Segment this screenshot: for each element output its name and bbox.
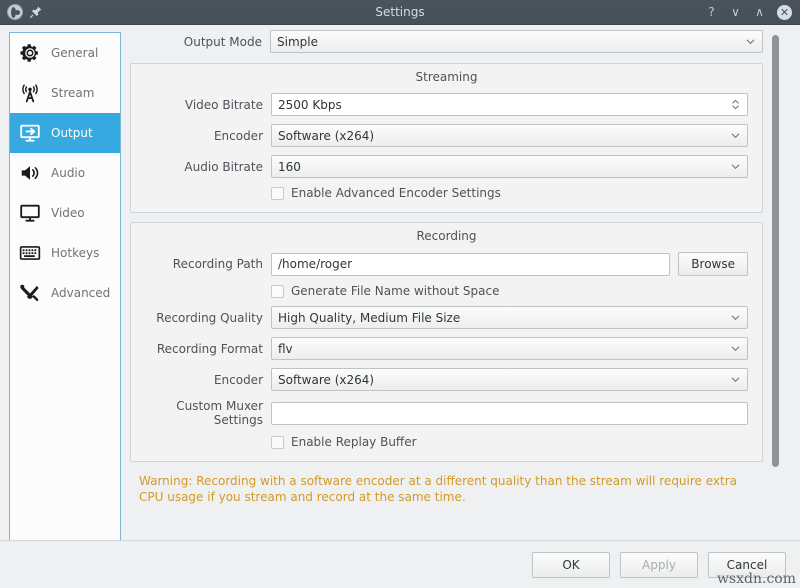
ok-button[interactable]: OK	[532, 552, 610, 578]
recording-encoder-value: Software (x264)	[278, 373, 374, 387]
stream-encoder-select[interactable]: Software (x264)	[271, 124, 748, 147]
sidebar-item-label: General	[51, 46, 98, 60]
replay-buffer-checkbox[interactable]	[271, 436, 284, 449]
sidebar-item-video[interactable]: Video	[10, 193, 120, 233]
speaker-icon	[18, 161, 42, 185]
pin-icon[interactable]	[29, 5, 43, 19]
recording-quality-label: Recording Quality	[131, 311, 271, 325]
tools-icon	[18, 281, 42, 305]
generate-filename-label: Generate File Name without Space	[291, 284, 499, 298]
custom-muxer-label: Custom Muxer Settings	[131, 399, 271, 427]
stream-encoder-value: Software (x264)	[278, 129, 374, 143]
minimize-icon[interactable]: ∨	[729, 6, 742, 18]
recording-format-label: Recording Format	[131, 342, 271, 356]
window-title: Settings	[0, 0, 800, 24]
replay-buffer-label: Enable Replay Buffer	[291, 435, 417, 449]
titlebar-window-controls: ? ∨ ∧ ✕	[705, 5, 800, 20]
titlebar-left-icons	[0, 4, 43, 20]
settings-sidebar: General Stream	[9, 32, 121, 562]
recording-group-title: Recording	[131, 229, 762, 243]
sidebar-item-label: Stream	[51, 86, 94, 100]
video-bitrate-value: 2500 Kbps	[278, 98, 342, 112]
sidebar-item-label: Video	[51, 206, 85, 220]
stream-encoder-row: Encoder Software (x264)	[131, 124, 748, 147]
output-mode-select[interactable]: Simple	[270, 30, 763, 53]
recording-quality-value: High Quality, Medium File Size	[278, 311, 460, 325]
gear-icon	[18, 41, 42, 65]
monitor-icon	[18, 201, 42, 225]
chevron-down-icon	[730, 161, 741, 172]
audio-bitrate-label: Audio Bitrate	[131, 160, 271, 174]
audio-bitrate-row: Audio Bitrate 160	[131, 155, 748, 178]
content-scrollbar[interactable]	[772, 33, 779, 538]
output-mode-label: Output Mode	[130, 35, 270, 49]
streaming-group: Streaming Video Bitrate 2500 Kbps Encode…	[130, 63, 763, 213]
window-titlebar: Settings ? ∨ ∧ ✕	[0, 0, 800, 25]
video-bitrate-row: Video Bitrate 2500 Kbps	[131, 93, 748, 116]
video-bitrate-label: Video Bitrate	[131, 98, 271, 112]
recording-format-row: Recording Format flv	[131, 337, 748, 360]
spinner-arrows-icon[interactable]	[730, 97, 741, 112]
scrollbar-thumb[interactable]	[772, 35, 779, 467]
window-body: General Stream	[0, 25, 800, 588]
recording-encoder-select[interactable]: Software (x264)	[271, 368, 748, 391]
settings-content-pane: Output Mode Simple Streaming Video Bitra…	[130, 30, 785, 555]
chevron-down-icon	[730, 343, 741, 354]
generate-filename-row: Generate File Name without Space	[131, 284, 748, 298]
help-icon[interactable]: ?	[705, 6, 718, 18]
recording-path-label: Recording Path	[131, 257, 271, 271]
sidebar-item-label: Audio	[51, 166, 85, 180]
warning-text: Warning: Recording with a software encod…	[130, 471, 785, 505]
broadcast-icon	[18, 81, 42, 105]
output-mode-value: Simple	[277, 35, 318, 49]
dialog-button-bar: OK Apply Cancel	[0, 540, 800, 588]
sidebar-item-output[interactable]: Output	[10, 113, 120, 153]
generate-filename-checkbox[interactable]	[271, 285, 284, 298]
sidebar-item-audio[interactable]: Audio	[10, 153, 120, 193]
maximize-icon[interactable]: ∧	[753, 6, 766, 18]
video-bitrate-stepper[interactable]: 2500 Kbps	[271, 93, 748, 116]
audio-bitrate-value: 160	[278, 160, 301, 174]
recording-format-value: flv	[278, 342, 293, 356]
chevron-down-icon	[745, 36, 756, 47]
sidebar-item-general[interactable]: General	[10, 33, 120, 73]
recording-encoder-row: Encoder Software (x264)	[131, 368, 748, 391]
recording-path-row: Recording Path /home/roger Browse	[131, 252, 748, 276]
custom-muxer-input[interactable]	[271, 402, 748, 425]
chevron-down-icon	[730, 312, 741, 323]
recording-path-value: /home/roger	[278, 257, 352, 271]
monitor-arrow-icon	[18, 121, 42, 145]
chevron-down-icon	[730, 374, 741, 385]
audio-bitrate-select[interactable]: 160	[271, 155, 748, 178]
chevron-down-icon	[730, 130, 741, 141]
recording-quality-row: Recording Quality High Quality, Medium F…	[131, 306, 748, 329]
close-icon[interactable]: ✕	[777, 5, 792, 20]
sidebar-item-hotkeys[interactable]: Hotkeys	[10, 233, 120, 273]
output-mode-row: Output Mode Simple	[130, 30, 785, 53]
sidebar-item-label: Advanced	[51, 286, 110, 300]
sidebar-item-label: Output	[51, 126, 93, 140]
sidebar-item-label: Hotkeys	[51, 246, 99, 260]
apply-button: Apply	[620, 552, 698, 578]
streaming-group-title: Streaming	[131, 70, 762, 84]
recording-encoder-label: Encoder	[131, 373, 271, 387]
recording-quality-select[interactable]: High Quality, Medium File Size	[271, 306, 748, 329]
recording-path-input[interactable]: /home/roger	[271, 253, 670, 276]
stream-encoder-label: Encoder	[131, 129, 271, 143]
watermark: wsxdn.com	[717, 571, 796, 587]
advanced-encoder-row: Enable Advanced Encoder Settings	[131, 186, 748, 200]
obs-logo-icon	[7, 4, 23, 20]
sidebar-item-stream[interactable]: Stream	[10, 73, 120, 113]
recording-format-select[interactable]: flv	[271, 337, 748, 360]
custom-muxer-row: Custom Muxer Settings	[131, 399, 748, 427]
replay-buffer-row: Enable Replay Buffer	[131, 435, 748, 449]
advanced-encoder-label: Enable Advanced Encoder Settings	[291, 186, 501, 200]
keyboard-icon	[18, 241, 42, 265]
sidebar-item-advanced[interactable]: Advanced	[10, 273, 120, 313]
advanced-encoder-checkbox[interactable]	[271, 187, 284, 200]
browse-button[interactable]: Browse	[678, 252, 748, 276]
recording-group: Recording Recording Path /home/roger Bro…	[130, 222, 763, 462]
